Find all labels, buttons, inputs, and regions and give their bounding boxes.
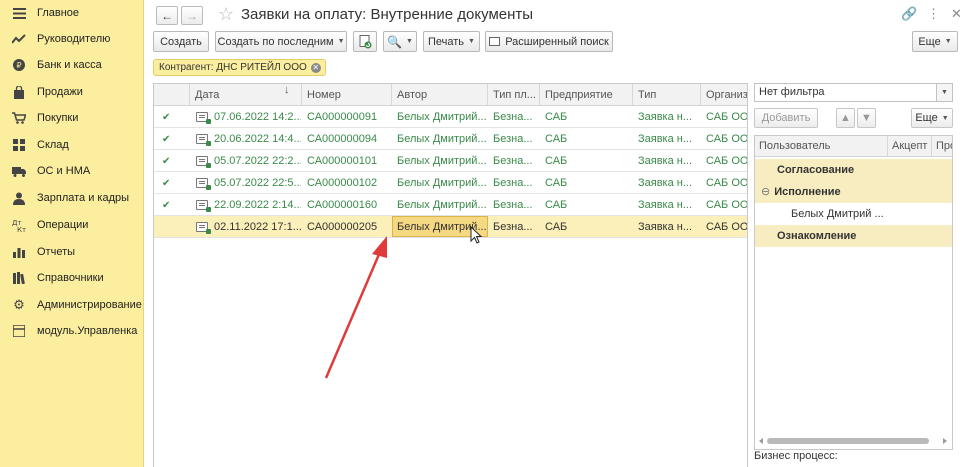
annotation-arrow <box>324 236 387 379</box>
